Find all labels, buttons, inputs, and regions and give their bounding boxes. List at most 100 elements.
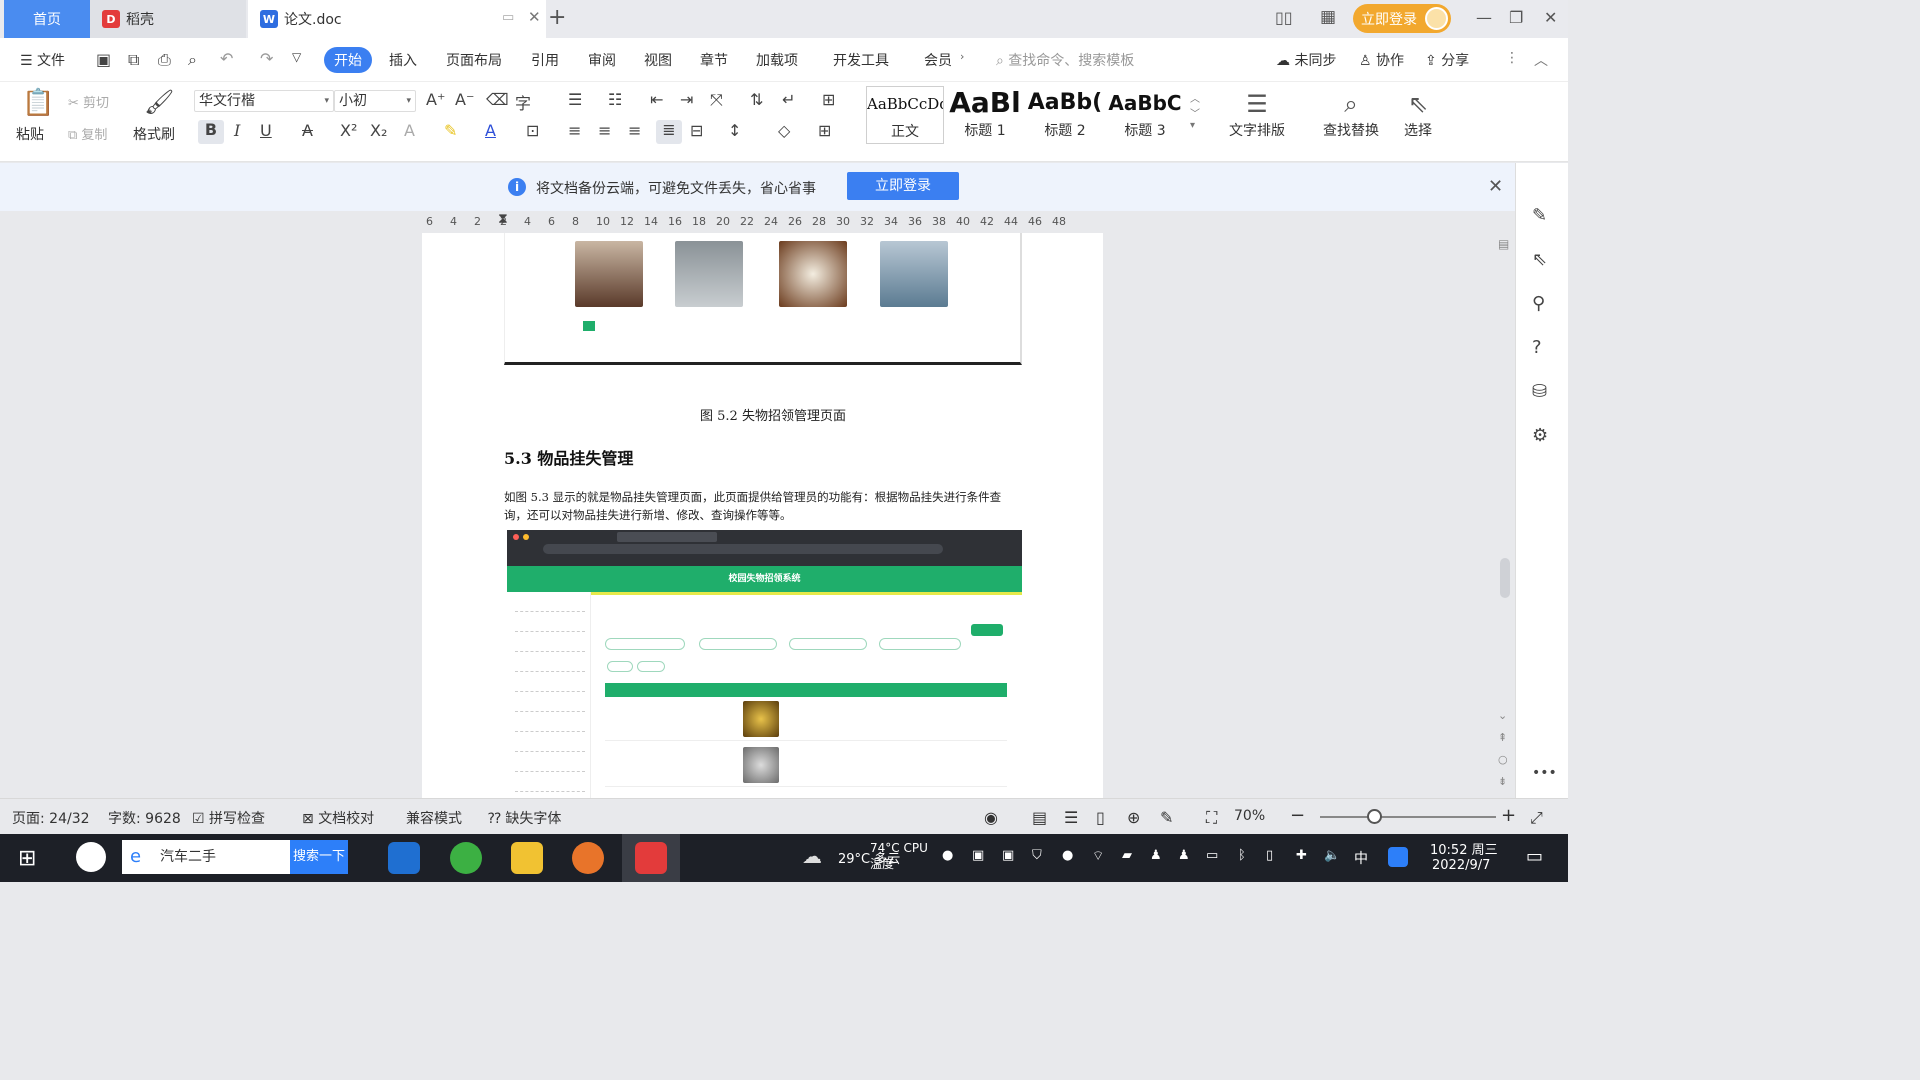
print-icon[interactable]: ⎙ bbox=[158, 50, 171, 70]
cpu-temp[interactable]: 74°C CPU温度 bbox=[870, 840, 936, 872]
align-left-icon[interactable]: ≡ bbox=[568, 121, 581, 140]
spell-check-button[interactable]: ☑ 拼写检查 bbox=[192, 808, 265, 828]
tab-addins[interactable]: 加载项 bbox=[756, 50, 798, 70]
tab-review[interactable]: 审阅 bbox=[588, 50, 616, 70]
justify-icon[interactable]: ≣ bbox=[656, 120, 682, 144]
find-replace-button[interactable]: ⌕ 查找替换 bbox=[1316, 90, 1386, 140]
sync-button[interactable]: ☁ 未同步 bbox=[1276, 50, 1336, 70]
chinese-layout-icon[interactable]: ⤧ bbox=[710, 90, 723, 110]
style-heading-2[interactable]: AaBb(标题 2 bbox=[1026, 86, 1104, 144]
tray-app-icon[interactable]: ● bbox=[1062, 848, 1073, 863]
tab-reference[interactable]: 引用 bbox=[531, 50, 559, 70]
outline-view-icon[interactable]: ☰ bbox=[1064, 808, 1078, 827]
taskbar-search-input[interactable]: e 汽车二手 bbox=[122, 840, 290, 874]
usb-icon[interactable]: ▯ bbox=[1266, 848, 1273, 863]
wifi-icon[interactable]: ⌔ bbox=[1092, 848, 1104, 864]
tab-start[interactable]: 开始 bbox=[324, 47, 372, 73]
collab-button[interactable]: ♙ 协作 bbox=[1359, 50, 1404, 70]
volume-icon[interactable]: 🔈 bbox=[1324, 848, 1340, 863]
paste-button[interactable]: 粘贴 bbox=[16, 124, 44, 144]
ime-indicator[interactable]: 中 bbox=[1354, 848, 1368, 868]
shield-icon[interactable]: ⛉ bbox=[1032, 848, 1042, 863]
tab-member[interactable]: 会员 bbox=[924, 50, 952, 70]
login-button[interactable]: 立即登录 bbox=[1353, 4, 1451, 33]
style-normal[interactable]: AaBbCcDd 正文 bbox=[866, 86, 944, 144]
bullet-list-icon[interactable]: ☰ bbox=[568, 90, 582, 109]
numbered-list-icon[interactable]: ☷ bbox=[608, 90, 622, 109]
tab-page-layout[interactable]: 页面布局 bbox=[446, 50, 502, 70]
prev-page-icon[interactable]: ⇞ bbox=[1498, 731, 1507, 744]
char-border-icon[interactable]: ⊡ bbox=[526, 121, 539, 140]
qq-icon[interactable]: ♟ bbox=[1178, 848, 1190, 863]
monitor-icon[interactable]: ▭ bbox=[502, 10, 514, 25]
tray-app-icon[interactable]: ▣ bbox=[972, 848, 984, 863]
font-color-icon[interactable]: A bbox=[485, 121, 496, 140]
subscript-icon[interactable]: X₂ bbox=[370, 121, 387, 140]
web-view-icon[interactable]: ⊕ bbox=[1127, 808, 1140, 827]
app-icon[interactable] bbox=[572, 842, 604, 874]
page-view-icon[interactable]: ▤ bbox=[1032, 808, 1047, 827]
zoom-slider-handle[interactable] bbox=[1367, 809, 1382, 824]
document-area[interactable]: 图 5.2 失物招领管理页面 5.3 物品挂失管理 如图 5.3 显示的就是物品… bbox=[0, 233, 1515, 798]
collapse-ribbon-icon[interactable]: ︿ bbox=[1534, 50, 1548, 70]
fit-page-icon[interactable]: ⛶ bbox=[1206, 808, 1217, 828]
notification-center-icon[interactable]: ▭ bbox=[1526, 846, 1543, 867]
increase-indent-icon[interactable]: ⇥ bbox=[680, 90, 693, 109]
eye-protect-icon[interactable]: ◉ bbox=[984, 808, 998, 827]
select-browse-icon[interactable]: ○ bbox=[1498, 753, 1508, 766]
pen-icon[interactable]: ✎ bbox=[1532, 205, 1547, 226]
minimize-icon[interactable]: — bbox=[1476, 8, 1492, 27]
redo-icon[interactable]: ↷ bbox=[260, 49, 273, 68]
close-tab-icon[interactable]: ✕ bbox=[528, 8, 541, 26]
close-window-icon[interactable]: ✕ bbox=[1544, 8, 1557, 27]
zoom-out-icon[interactable]: − bbox=[1290, 805, 1305, 826]
select-pointer-icon[interactable]: ⇖ bbox=[1532, 249, 1547, 270]
style-heading-3[interactable]: AaBbC 标题 3 bbox=[1106, 86, 1184, 144]
nvidia-icon[interactable]: ▰ bbox=[1122, 848, 1132, 863]
tab-chapter[interactable]: 章节 bbox=[700, 50, 728, 70]
close-notification-icon[interactable]: ✕ bbox=[1488, 176, 1503, 197]
share-button[interactable]: ⇪ 分享 bbox=[1425, 50, 1469, 70]
align-right-icon[interactable]: ≡ bbox=[628, 121, 641, 140]
scroll-down-icon[interactable]: ⌄ bbox=[1498, 709, 1507, 722]
copy-button[interactable]: ⧉ 复制 bbox=[68, 124, 107, 143]
grid-icon[interactable]: ▦ bbox=[1320, 7, 1336, 27]
new-tab-icon[interactable]: + bbox=[548, 5, 566, 30]
style-heading-1[interactable]: AaBl 标题 1 bbox=[946, 86, 1024, 144]
next-page-icon[interactable]: ⇟ bbox=[1498, 775, 1507, 788]
align-center-icon[interactable]: ≡ bbox=[598, 121, 611, 140]
adjust-icon[interactable]: ⚲ bbox=[1532, 293, 1545, 314]
border-icon[interactable]: ⊞ bbox=[818, 121, 831, 140]
paste-icon[interactable]: 📋 bbox=[22, 88, 54, 118]
show-marks-icon[interactable]: ↵ bbox=[782, 90, 795, 109]
page-count[interactable]: 页面: 24/32 bbox=[12, 808, 90, 828]
save-icon[interactable]: ▣ bbox=[96, 50, 111, 69]
file-menu[interactable]: ☰ 文件 bbox=[20, 50, 65, 70]
battery-icon[interactable]: ▭ bbox=[1206, 848, 1218, 863]
clear-format-icon[interactable]: ⌫ bbox=[486, 90, 509, 109]
wps-taskbar-button[interactable] bbox=[622, 834, 680, 882]
tray-app-icon[interactable]: ▣ bbox=[1002, 848, 1014, 863]
export-icon[interactable]: ⧉ bbox=[128, 50, 139, 70]
clock-date[interactable]: 2022/9/7 bbox=[1432, 858, 1490, 873]
text-effect-icon[interactable]: A bbox=[404, 121, 415, 140]
more-dots-icon[interactable]: ••• bbox=[1532, 765, 1557, 781]
font-size-select[interactable]: 小初 ▾ bbox=[334, 90, 416, 112]
text-layout-button[interactable]: ☰ 文字排版 bbox=[1222, 90, 1292, 140]
gear-icon[interactable]: ⚙ bbox=[1532, 425, 1548, 446]
fullscreen-icon[interactable]: ⤢ bbox=[1530, 808, 1543, 828]
tab-home[interactable]: 首页 bbox=[4, 0, 90, 38]
ie-browser-icon[interactable] bbox=[388, 842, 420, 874]
compat-mode[interactable]: 兼容模式 bbox=[406, 808, 462, 828]
read-view-icon[interactable]: ▯ bbox=[1096, 808, 1105, 827]
help-icon[interactable]: ? bbox=[1532, 337, 1542, 358]
select-button[interactable]: ⇖ 选择 bbox=[1396, 90, 1440, 140]
windows-start-icon[interactable]: ⊞ bbox=[18, 846, 36, 871]
nav-pane-icon[interactable]: ▤ bbox=[1498, 237, 1509, 251]
zoom-slider[interactable] bbox=[1320, 816, 1496, 818]
undo-icon[interactable]: ↶ bbox=[220, 49, 233, 68]
shading-icon[interactable]: ◇ bbox=[778, 121, 790, 140]
tray-app-icon[interactable]: ✚ bbox=[1296, 848, 1307, 863]
browser-360-icon[interactable] bbox=[450, 842, 482, 874]
chevron-right-icon[interactable]: › bbox=[960, 50, 964, 63]
